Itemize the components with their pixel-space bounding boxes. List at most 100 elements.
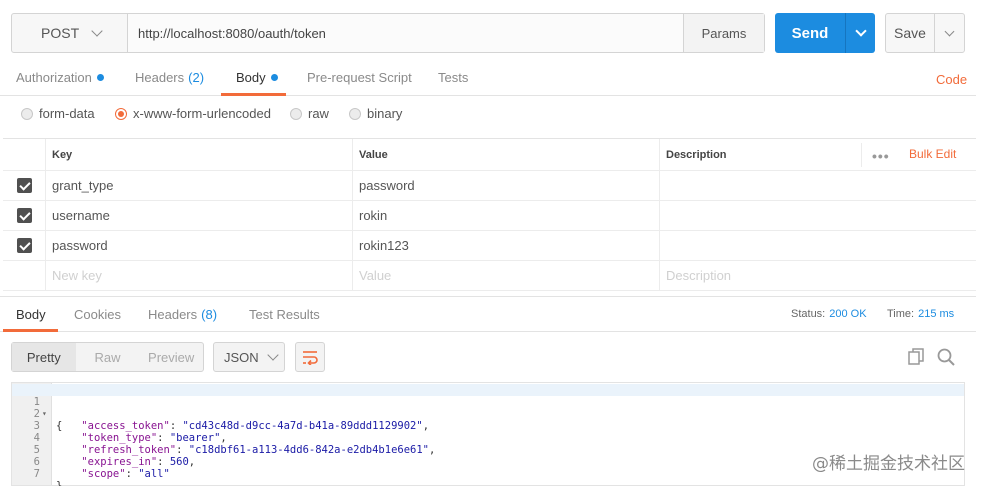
radio-raw[interactable]: raw — [290, 106, 329, 121]
radio-circle-icon — [21, 107, 33, 120]
preview-button[interactable]: Preview — [139, 343, 203, 371]
active-tab-underline — [221, 93, 286, 96]
time-label: Time: — [887, 308, 915, 320]
tab-authorization[interactable]: Authorization — [16, 70, 104, 85]
radio-circle-icon — [349, 107, 361, 120]
tab-label: Headers — [135, 70, 185, 85]
radio-binary[interactable]: binary — [349, 106, 402, 121]
radio-urlencoded[interactable]: x-www-form-urlencoded — [115, 106, 271, 121]
new-key-input[interactable]: New key — [45, 261, 352, 290]
chevron-down-icon — [944, 26, 955, 36]
status-value: 200 OK — [829, 308, 867, 320]
description-input[interactable] — [659, 231, 976, 260]
code-line: 2 "access_token": "cd43c48d-d9cc-4a7d-b4… — [12, 396, 964, 432]
chevron-down-icon — [854, 25, 867, 37]
tab-response-body[interactable]: Body — [16, 307, 46, 322]
tab-test-results[interactable]: Test Results — [249, 307, 320, 322]
tab-count: (8) — [201, 307, 218, 322]
time-value: 215 ms — [918, 308, 955, 320]
params-table: Key Value Description ••• Bulk Edit gran… — [3, 138, 976, 291]
checkbox-checked-icon[interactable] — [16, 238, 32, 253]
send-button[interactable]: Send — [775, 13, 875, 53]
json-value: "all" — [138, 468, 170, 480]
code-line: 1 ▾ { — [12, 384, 964, 432]
body-type-radios: form-data x-www-form-urlencoded raw bina… — [0, 104, 976, 126]
header-key: Key — [45, 139, 352, 170]
response-tabs: Body Cookies Headers (8) Test Results Sta… — [0, 296, 976, 332]
copy-icon[interactable] — [906, 347, 926, 367]
row-check-cell — [3, 171, 45, 200]
new-description-input[interactable]: Description — [659, 261, 976, 290]
checkbox-checked-icon[interactable] — [16, 208, 32, 223]
value-input[interactable]: rokin — [352, 201, 659, 230]
watermark: @稀土掘金技术社区 — [812, 454, 965, 474]
code-link[interactable]: Code — [936, 72, 967, 87]
description-input[interactable] — [659, 201, 976, 230]
time-display: Time: 215 ms — [887, 308, 954, 320]
table-row: password rokin123 — [3, 231, 976, 261]
wrap-lines-icon — [303, 351, 318, 365]
header-value: Value — [352, 139, 659, 170]
tab-headers[interactable]: Headers (2) — [135, 70, 204, 85]
format-select[interactable]: JSON — [213, 342, 285, 372]
url-input[interactable]: http://localhost:8080/oauth/token — [128, 14, 683, 52]
new-value-input[interactable]: Value — [352, 261, 659, 290]
status-label: Status: — [791, 308, 826, 320]
request-bar: POST http://localhost:8080/oauth/token P… — [11, 13, 765, 53]
wrap-lines-button[interactable] — [295, 342, 325, 372]
tab-label: Authorization — [16, 70, 92, 85]
pretty-button[interactable]: Pretty — [12, 343, 76, 371]
active-tab-underline — [3, 329, 58, 332]
send-label: Send — [791, 24, 829, 42]
key-input[interactable]: password — [45, 231, 352, 260]
tab-label: Pre-request Script — [307, 70, 412, 85]
send-options-button[interactable] — [845, 13, 875, 53]
tab-tests[interactable]: Tests — [438, 70, 468, 85]
format-label: JSON — [224, 349, 259, 365]
checkbox-checked-icon[interactable] — [16, 178, 32, 193]
new-row: New key Value Description — [3, 261, 976, 291]
json-key: "scope" — [81, 468, 126, 480]
code-line: 3 "token_type": "bearer", — [12, 408, 964, 444]
indicator-dot — [270, 74, 278, 82]
url-value: http://localhost:8080/oauth/token — [138, 25, 326, 41]
tab-cookies[interactable]: Cookies — [74, 307, 121, 322]
chevron-down-icon — [91, 25, 103, 37]
code-text: } — [56, 480, 63, 486]
value-input[interactable]: password — [352, 171, 659, 200]
save-options-button[interactable] — [935, 14, 964, 52]
more-options-icon[interactable]: ••• — [872, 148, 890, 164]
method-label: POST — [41, 25, 80, 41]
indicator-dot — [96, 74, 104, 82]
raw-button[interactable]: Raw — [76, 343, 140, 371]
radio-circle-icon — [290, 107, 302, 120]
tab-body[interactable]: Body — [236, 70, 278, 85]
radio-label: raw — [308, 106, 329, 121]
request-tabs: Authorization Headers (2) Body Pre-reques… — [0, 60, 976, 96]
bulk-edit-link[interactable]: Bulk Edit — [909, 147, 956, 161]
radio-selected-icon — [115, 107, 127, 120]
header-check-column — [3, 139, 45, 170]
save-label: Save — [886, 14, 935, 52]
description-input[interactable] — [659, 171, 976, 200]
tab-label: Tests — [438, 70, 469, 85]
status-display: Status: 200 OK — [791, 308, 867, 320]
tab-prerequest-script[interactable]: Pre-request Script — [307, 70, 412, 85]
key-input[interactable]: grant_type — [45, 171, 352, 200]
code-line: 4 "refresh_token": "c18dbf61-a113-4dd6-8… — [12, 420, 964, 456]
save-button[interactable]: Save — [885, 13, 965, 53]
code-line: 5 "expires_in": 560, — [12, 432, 964, 468]
line-number: 7 — [33, 468, 40, 480]
radio-form-data[interactable]: form-data — [21, 106, 95, 121]
key-input[interactable]: username — [45, 201, 352, 230]
tab-count: (2) — [188, 70, 205, 85]
radio-label: x-www-form-urlencoded — [133, 106, 271, 121]
search-icon[interactable] — [936, 347, 956, 367]
value-input[interactable]: rokin123 — [352, 231, 659, 260]
tab-response-headers[interactable]: Headers (8) — [148, 307, 217, 322]
table-row: username rokin — [3, 201, 976, 231]
row-check-cell — [3, 261, 45, 290]
method-select[interactable]: POST — [12, 14, 128, 52]
view-mode-group: Pretty Raw Preview — [11, 342, 204, 372]
params-button[interactable]: Params — [683, 14, 764, 52]
